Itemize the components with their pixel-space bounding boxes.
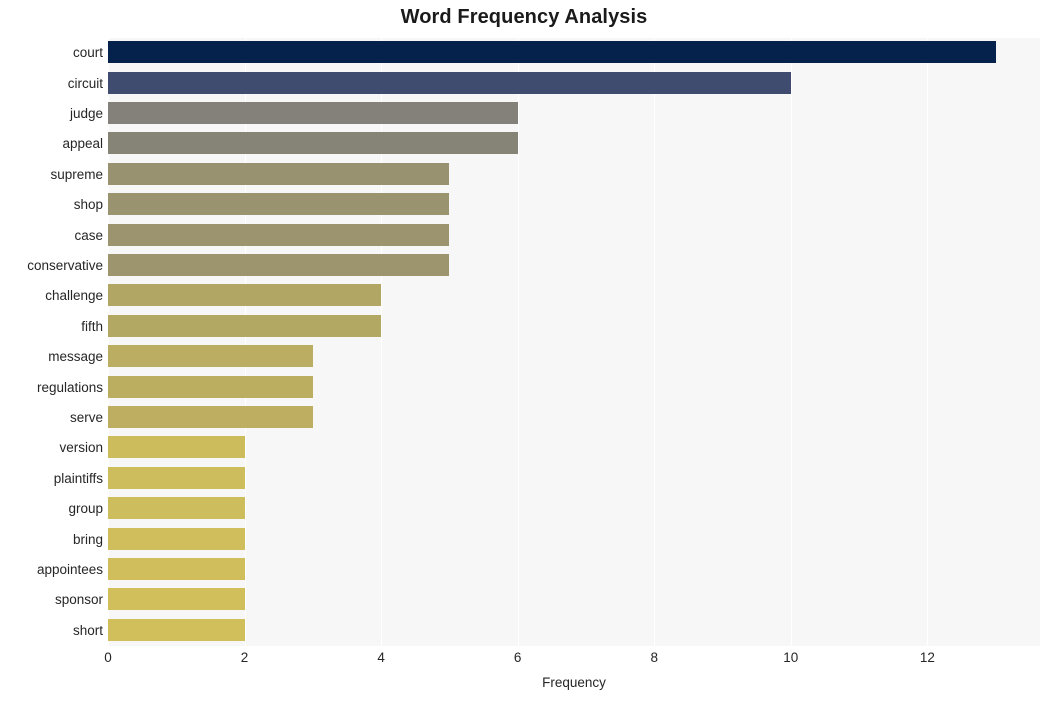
bar-row <box>108 555 1040 583</box>
bar-row <box>108 372 1040 400</box>
bar-version[interactable] <box>108 436 245 459</box>
bar-fifth[interactable] <box>108 314 382 337</box>
bar-row <box>108 403 1040 431</box>
bar-row <box>108 38 1040 66</box>
y-tick-label-supreme: supreme <box>50 166 103 182</box>
bar-short[interactable] <box>108 618 245 641</box>
bar-message[interactable] <box>108 345 313 368</box>
bar-judge[interactable] <box>108 101 518 124</box>
y-tick-label-group: group <box>68 501 103 517</box>
bar-sponsor[interactable] <box>108 588 245 611</box>
bar-case[interactable] <box>108 223 450 246</box>
x-tick-label-8: 8 <box>650 650 658 665</box>
bar-row <box>108 585 1040 613</box>
y-tick-label-challenge: challenge <box>45 288 103 304</box>
y-tick-label-appointees: appointees <box>36 562 103 577</box>
bar-bring[interactable] <box>108 527 245 550</box>
bar-row <box>108 281 1040 309</box>
bar-row <box>108 464 1040 492</box>
bar-circuit[interactable] <box>108 71 791 94</box>
plot-area <box>108 38 1040 646</box>
bar-serve[interactable] <box>108 405 313 428</box>
bar-row <box>108 616 1040 644</box>
y-tick-label-court: court <box>72 45 103 61</box>
y-tick-label-message: message <box>48 349 103 365</box>
x-tick-label-0: 0 <box>104 650 112 665</box>
bar-row <box>108 433 1040 461</box>
bar-row <box>108 99 1040 127</box>
chart-figure: Word Frequency Analysis court circuit judg… <box>0 0 1048 701</box>
x-tick-label-10: 10 <box>783 650 799 665</box>
bar-appeal[interactable] <box>108 132 518 155</box>
y-tick-label-fifth: fifth <box>81 318 103 334</box>
y-tick-label-sponsor: sponsor <box>54 592 103 608</box>
bar-court[interactable] <box>108 41 996 64</box>
x-tick-label-6: 6 <box>513 650 522 665</box>
y-tick-label-appeal: appeal <box>62 136 103 152</box>
bar-challenge[interactable] <box>108 284 382 307</box>
bar-row <box>108 524 1040 552</box>
y-tick-label-case: case <box>74 227 103 243</box>
bar-row <box>108 68 1040 96</box>
x-tick-label-4: 4 <box>377 650 385 665</box>
y-tick-label-conservative: conservative <box>27 258 103 273</box>
bar-row <box>108 251 1040 279</box>
bar-plaintiffs[interactable] <box>108 466 245 489</box>
y-tick-label-version: version <box>59 440 103 456</box>
x-axis-tick-labels: 0 2 4 6 8 10 12 <box>104 650 1040 672</box>
bar-row <box>108 312 1040 340</box>
x-tick-label-2: 2 <box>240 650 249 665</box>
y-tick-label-serve: serve <box>69 410 103 425</box>
bar-group[interactable] <box>108 497 245 520</box>
y-tick-label-judge: judge <box>69 106 103 121</box>
bar-row <box>108 342 1040 370</box>
bar-regulations[interactable] <box>108 375 313 398</box>
chart-title: Word Frequency Analysis <box>400 6 648 28</box>
y-tick-label-circuit: circuit <box>67 75 103 91</box>
bar-row <box>108 129 1040 157</box>
bar-row <box>108 494 1040 522</box>
bar-shop[interactable] <box>108 193 450 216</box>
y-tick-label-plaintiffs: plaintiffs <box>53 470 103 486</box>
y-axis-tick-labels: court circuit judge appeal supreme shop case co… <box>0 38 103 646</box>
x-axis-title: Frequency <box>542 675 606 690</box>
bar-row <box>108 220 1040 248</box>
y-tick-label-short: short <box>72 622 103 638</box>
x-tick-label-12: 12 <box>919 650 935 665</box>
y-tick-label-shop: shop <box>73 197 103 213</box>
y-tick-label-regulations: regulations <box>36 379 103 395</box>
bar-supreme[interactable] <box>108 162 450 185</box>
bars-container <box>108 38 1040 646</box>
y-tick-label-bring: bring <box>72 531 103 547</box>
bar-row <box>108 190 1040 218</box>
bar-row <box>108 160 1040 188</box>
bar-appointees[interactable] <box>108 557 245 580</box>
bar-conservative[interactable] <box>108 253 450 276</box>
